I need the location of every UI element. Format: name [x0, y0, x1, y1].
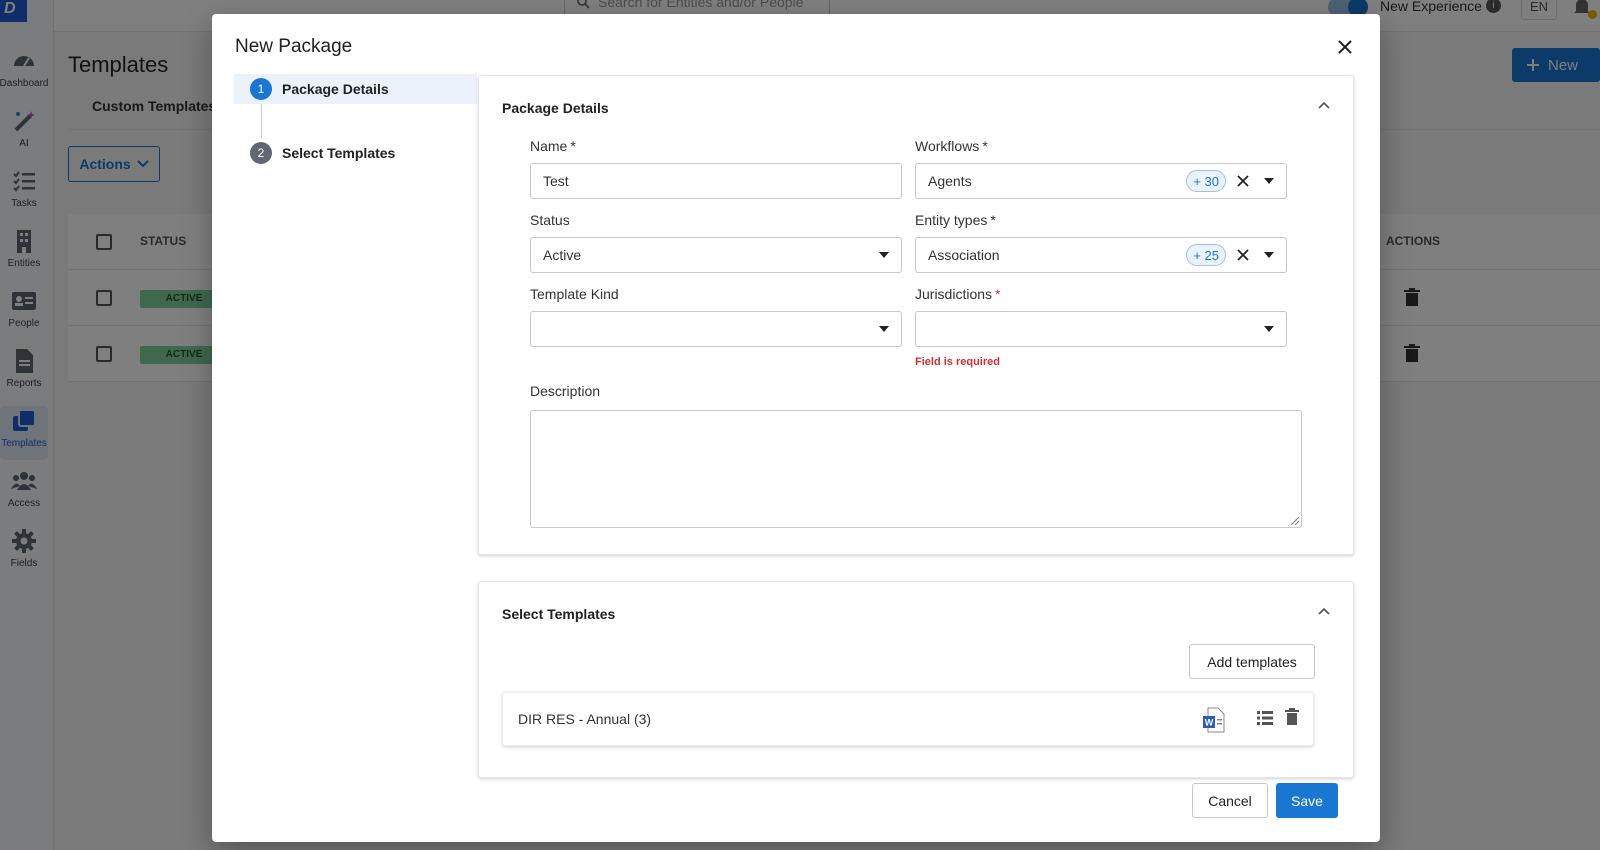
- template-kind-label: Template Kind: [530, 286, 902, 306]
- description-field: Description: [530, 383, 1302, 528]
- status-value: Active: [543, 247, 582, 263]
- entity-types-select[interactable]: Association + 25: [915, 237, 1287, 273]
- select-templates-section: Select Templates Add templates DIR RES -…: [478, 581, 1354, 778]
- workflows-field: Workflows * Agents + 30: [915, 138, 1287, 199]
- chevron-up-icon[interactable]: [1317, 98, 1331, 112]
- required-marker: *: [995, 286, 1001, 302]
- more-count-chip[interactable]: + 30: [1186, 170, 1226, 192]
- description-textarea[interactable]: [530, 410, 1302, 528]
- entity-types-label-text: Entity types: [915, 212, 988, 228]
- template-kind-field: Template Kind: [530, 286, 902, 347]
- required-marker: *: [570, 138, 576, 154]
- svg-text:W: W: [1205, 718, 1214, 728]
- resize-handle-icon[interactable]: [1291, 517, 1299, 525]
- clear-icon[interactable]: [1236, 248, 1250, 262]
- name-input[interactable]: Test: [530, 163, 902, 199]
- status-label-text: Status: [530, 212, 570, 228]
- entity-types-value: Association: [928, 247, 1000, 263]
- workflows-value: Agents: [928, 173, 972, 189]
- jurisdictions-field: Jurisdictions * Field is required: [915, 286, 1287, 368]
- template-kind-select[interactable]: [530, 311, 902, 347]
- entity-types-label: Entity types *: [915, 212, 1287, 232]
- package-details-section: Package Details Name * Test Workflows * …: [478, 75, 1354, 555]
- chevron-up-icon[interactable]: [1317, 604, 1331, 618]
- jurisdictions-label: Jurisdictions *: [915, 286, 1287, 306]
- trash-icon[interactable]: [1285, 708, 1299, 725]
- add-templates-button[interactable]: Add templates: [1189, 644, 1315, 679]
- required-marker: *: [990, 212, 996, 228]
- entity-types-field: Entity types * Association + 25: [915, 212, 1287, 273]
- jurisdictions-error: Field is required: [915, 356, 1000, 368]
- dialog-title: New Package: [235, 36, 353, 57]
- required-marker: *: [982, 138, 988, 154]
- step-label: Package Details: [282, 81, 389, 97]
- workflows-select[interactable]: Agents + 30: [915, 163, 1287, 199]
- step-number: 1: [250, 78, 272, 100]
- template-name: DIR RES - Annual (3): [518, 711, 652, 727]
- step-number: 2: [250, 142, 272, 164]
- stepper: 1 Package Details 2 Select Templates: [234, 74, 477, 168]
- list-item: DIR RES - Annual (3) W: [502, 692, 1314, 746]
- word-doc-icon: W: [1203, 707, 1225, 733]
- template-kind-label-text: Template Kind: [530, 286, 619, 302]
- workflows-label: Workflows *: [915, 138, 1287, 158]
- caret-down-icon[interactable]: [1264, 326, 1274, 332]
- caret-down-icon[interactable]: [879, 252, 889, 258]
- status-label: Status: [530, 212, 902, 232]
- jurisdictions-label-text: Jurisdictions: [915, 286, 993, 302]
- name-label-text: Name: [530, 138, 568, 154]
- description-label-text: Description: [530, 383, 601, 399]
- name-value: Test: [543, 173, 569, 189]
- list-icon[interactable]: [1257, 711, 1273, 725]
- close-icon[interactable]: [1336, 38, 1354, 56]
- workflows-label-text: Workflows: [915, 138, 980, 154]
- name-field: Name * Test: [530, 138, 902, 199]
- step-connector: [261, 104, 262, 138]
- clear-icon[interactable]: [1236, 174, 1250, 188]
- jurisdictions-select[interactable]: [915, 311, 1287, 347]
- status-select[interactable]: Active: [530, 237, 902, 273]
- new-package-dialog: New Package 1 Package Details 2 Select T…: [212, 14, 1380, 842]
- step-select-templates[interactable]: 2 Select Templates: [234, 138, 477, 168]
- description-label: Description: [530, 383, 1302, 403]
- section-title: Package Details: [502, 100, 609, 116]
- step-label: Select Templates: [282, 145, 396, 161]
- save-button[interactable]: Save: [1276, 783, 1338, 818]
- caret-down-icon[interactable]: [1264, 252, 1274, 258]
- step-package-details[interactable]: 1 Package Details: [234, 74, 477, 104]
- section-title: Select Templates: [502, 606, 616, 622]
- cancel-button[interactable]: Cancel: [1192, 783, 1268, 818]
- name-label: Name *: [530, 138, 902, 158]
- status-field: Status Active: [530, 212, 902, 273]
- caret-down-icon[interactable]: [1264, 178, 1274, 184]
- more-count-chip[interactable]: + 25: [1186, 244, 1226, 266]
- caret-down-icon[interactable]: [879, 326, 889, 332]
